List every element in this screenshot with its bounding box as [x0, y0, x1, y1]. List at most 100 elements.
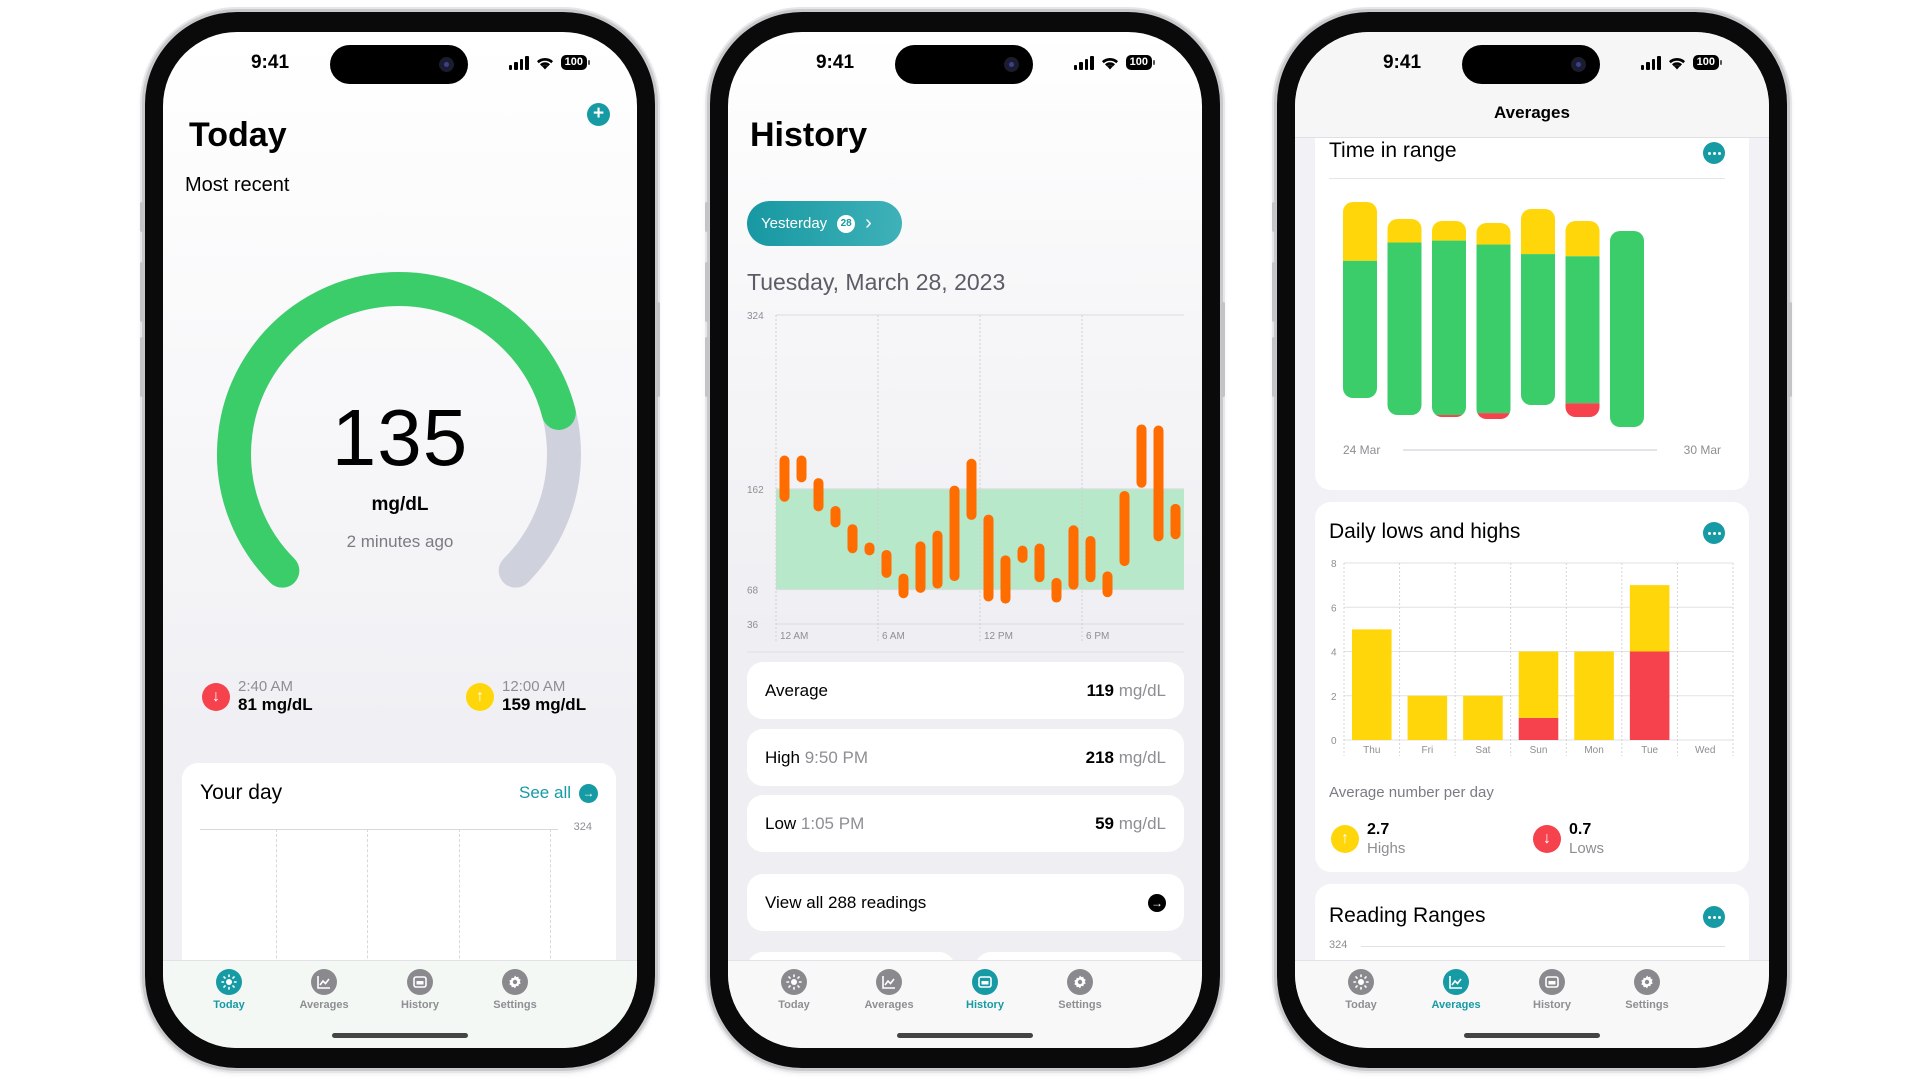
calendar-icon — [972, 969, 998, 995]
home-indicator[interactable] — [1464, 1033, 1600, 1038]
tab-label: Averages — [864, 999, 914, 1011]
tab-settings[interactable]: Settings — [465, 969, 565, 1011]
range-bar[interactable] — [915, 541, 926, 593]
tab-today[interactable]: Today — [179, 969, 279, 1011]
range-bar[interactable] — [830, 505, 841, 528]
battery-icon: 100 — [1125, 55, 1156, 70]
more-options-button[interactable] — [1703, 906, 1725, 928]
sun-icon — [216, 969, 242, 995]
range-bar[interactable] — [1068, 525, 1079, 590]
y-tick-label: 324 — [747, 311, 764, 322]
x-tick-label: 6 AM — [882, 631, 905, 642]
tab-averages[interactable]: Averages — [1406, 969, 1506, 1011]
add-reading-button[interactable]: + — [587, 103, 610, 126]
cellular-signal-icon — [508, 55, 529, 70]
home-indicator[interactable] — [332, 1033, 468, 1038]
stat-low[interactable]: Low 1:05 PM 59 mg/dL — [747, 795, 1184, 852]
sun-icon — [1348, 969, 1374, 995]
avg-highs-value: 2.7 — [1367, 821, 1390, 838]
y-tick-label: 0 — [1331, 736, 1337, 747]
avg-lows-label: Lows — [1569, 840, 1605, 857]
stat-time: 1:05 PM — [800, 813, 865, 833]
range-bar[interactable] — [1119, 490, 1130, 567]
range-bar[interactable] — [966, 458, 977, 520]
bar-lows[interactable] — [1518, 717, 1559, 740]
bar-highs[interactable] — [1574, 651, 1614, 741]
view-all-readings-button[interactable]: View all 288 readings → — [747, 874, 1184, 931]
bar-highs[interactable] — [1629, 585, 1670, 652]
screen: 9:41 100 History Yesterday 28 › Tuesday,… — [728, 32, 1202, 1048]
x-tick-label: Thu — [1363, 745, 1380, 756]
tir-segment-in-range — [1432, 240, 1466, 416]
bar-highs[interactable] — [1463, 695, 1503, 740]
range-bar[interactable] — [1017, 545, 1028, 563]
calendar-day-badge: 28 — [837, 214, 856, 233]
range-bar[interactable] — [779, 455, 790, 502]
tab-history[interactable]: History — [370, 969, 470, 1011]
range-bar[interactable] — [1153, 425, 1164, 542]
tab-label: Settings — [1625, 999, 1669, 1011]
tir-bar — [1565, 221, 1600, 417]
range-bar[interactable] — [983, 514, 994, 602]
bar-highs[interactable] — [1352, 629, 1392, 740]
tab-today[interactable]: Today — [1311, 969, 1411, 1011]
range-bar[interactable] — [1034, 543, 1045, 583]
glucose-value: 135 — [331, 393, 469, 482]
more-options-button[interactable] — [1703, 522, 1725, 544]
volume-up-button — [705, 262, 709, 322]
range-bar[interactable] — [796, 455, 807, 483]
stat-average: Average 119 mg/dL — [747, 662, 1184, 719]
range-bar[interactable] — [864, 542, 875, 556]
tab-averages[interactable]: Averages — [839, 969, 939, 1011]
range-bar[interactable] — [932, 530, 943, 589]
x-tick-label: 6 PM — [1086, 631, 1109, 642]
bar-lows[interactable] — [1629, 651, 1670, 741]
phone-today: 9:41 100 + Today Most recent 135 mg/dL 2… — [140, 12, 660, 1068]
tab-settings[interactable]: Settings — [1597, 969, 1697, 1011]
bar-highs[interactable] — [1518, 651, 1559, 718]
range-bar[interactable] — [881, 549, 892, 578]
silent-switch — [1272, 202, 1276, 232]
wifi-icon — [1668, 57, 1685, 70]
stat-high[interactable]: High 9:50 PM 218 mg/dL — [747, 729, 1184, 786]
x-start-label: 24 Mar — [1343, 443, 1380, 457]
tab-settings[interactable]: Settings — [1030, 969, 1130, 1011]
tab-history[interactable]: History — [935, 969, 1035, 1011]
tab-averages[interactable]: Averages — [274, 969, 374, 1011]
battery-icon: 100 — [560, 55, 591, 70]
tab-history[interactable]: History — [1502, 969, 1602, 1011]
glucose-unit: mg/dL — [371, 494, 429, 515]
range-bar[interactable] — [1051, 577, 1062, 603]
tab-today[interactable]: Today — [744, 969, 844, 1011]
y-tick-label: 36 — [747, 620, 759, 631]
bar-highs[interactable] — [1407, 695, 1448, 740]
home-indicator[interactable] — [897, 1033, 1033, 1038]
range-bar[interactable] — [1085, 536, 1096, 583]
see-all-link[interactable]: See all → — [519, 783, 598, 803]
range-bar[interactable] — [1102, 571, 1113, 598]
y-tick-label: 2 — [1331, 692, 1337, 703]
range-bar[interactable] — [949, 485, 960, 582]
range-bar[interactable] — [1000, 555, 1011, 604]
avg-lows: ↓ 0.7 Lows — [1533, 820, 1604, 857]
range-bar[interactable] — [898, 573, 909, 599]
more-options-button[interactable] — [1703, 142, 1725, 164]
phone-averages: 9:41 100 Averages Time in range 24 Mar 30… — [1272, 12, 1792, 1068]
screen: 9:41 100 Averages Time in range 24 Mar 30… — [1295, 32, 1769, 1048]
y-tick-label: 6 — [1331, 603, 1337, 614]
page-title: Today — [189, 116, 287, 154]
tir-segment-in-range — [1476, 244, 1511, 414]
page-title: History — [750, 116, 868, 154]
calendar-icon — [407, 969, 433, 995]
tir-segment-in-range — [1387, 242, 1422, 415]
range-bar[interactable] — [1170, 503, 1181, 540]
arrow-right-icon: → — [579, 783, 598, 803]
day-picker-button[interactable]: Yesterday 28 › — [747, 201, 902, 246]
range-bar[interactable] — [1136, 424, 1147, 488]
x-tick-label: Fri — [1422, 745, 1434, 756]
gear-icon — [1634, 969, 1660, 995]
range-bar[interactable] — [847, 524, 858, 554]
range-bar[interactable] — [813, 478, 824, 512]
x-tick-label: Mon — [1584, 745, 1603, 756]
tir-segment-high — [1387, 219, 1422, 243]
